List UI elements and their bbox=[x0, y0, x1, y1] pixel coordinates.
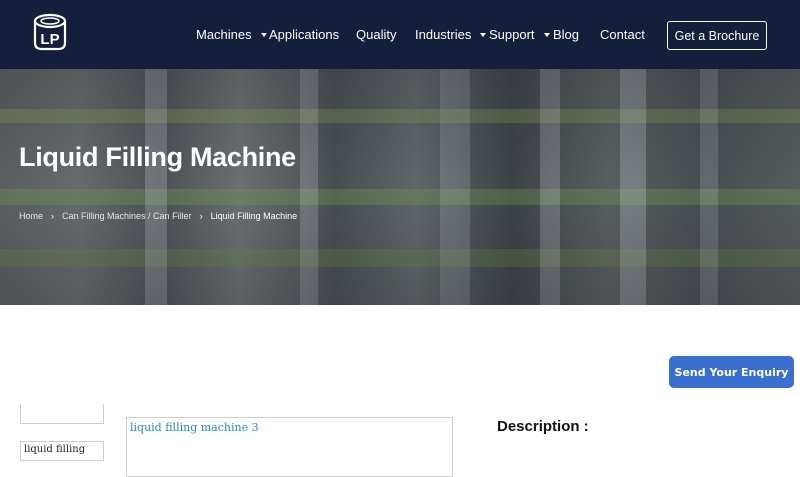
chevron-down-icon bbox=[260, 33, 267, 37]
hero-banner: Liquid Filling Machine Home › Can Fillin… bbox=[0, 69, 800, 305]
chevron-down-icon bbox=[480, 33, 487, 37]
nav-label: Blog bbox=[553, 27, 580, 42]
description-heading: Description : bbox=[497, 418, 589, 435]
image-alt-text: liquid filling machine 3 bbox=[130, 421, 259, 434]
nav-blog[interactable]: Blog bbox=[553, 27, 579, 43]
gallery-thumbnail[interactable]: liquid filling bbox=[20, 441, 104, 461]
hero-overlay bbox=[0, 69, 800, 305]
nav-label: Machines bbox=[196, 27, 252, 42]
nav-contact[interactable]: Contact bbox=[600, 27, 645, 43]
nav-label: Applications bbox=[269, 27, 340, 42]
page-title: Liquid Filling Machine bbox=[19, 142, 296, 172]
chevron-right-icon: › bbox=[199, 211, 203, 221]
svg-text:LP: LP bbox=[40, 31, 59, 48]
get-brochure-button[interactable]: Get a Brochure bbox=[667, 21, 767, 50]
nav-support[interactable]: Support bbox=[489, 27, 550, 43]
breadcrumb: Home › Can Filling Machines / Can Filler… bbox=[19, 211, 297, 221]
chevron-down-icon bbox=[543, 33, 550, 37]
nav-applications[interactable]: Applications bbox=[269, 27, 339, 43]
nav-label: Contact bbox=[600, 27, 645, 42]
nav-label: Industries bbox=[415, 27, 472, 42]
breadcrumb-current: Liquid Filling Machine bbox=[210, 211, 298, 221]
breadcrumb-parent[interactable]: Can Filling Machines / Can Filler bbox=[62, 211, 192, 221]
nav-industries[interactable]: Industries bbox=[415, 27, 487, 43]
nav-machines[interactable]: Machines bbox=[196, 27, 267, 43]
nav-label: Support bbox=[489, 27, 535, 42]
main-product-image[interactable]: liquid filling machine 3 bbox=[126, 417, 453, 477]
site-header: LP Machines Applications Quality Industr… bbox=[0, 0, 800, 69]
send-enquiry-button[interactable]: Send Your Enquiry bbox=[669, 356, 794, 388]
logo-icon: LP bbox=[33, 13, 67, 51]
gallery-thumbnail[interactable] bbox=[20, 404, 104, 424]
nav-quality[interactable]: Quality bbox=[356, 27, 396, 43]
chevron-right-icon: › bbox=[51, 211, 55, 221]
company-logo[interactable]: LP bbox=[30, 13, 70, 53]
nav-label: Quality bbox=[356, 27, 397, 42]
breadcrumb-home[interactable]: Home bbox=[19, 211, 43, 221]
